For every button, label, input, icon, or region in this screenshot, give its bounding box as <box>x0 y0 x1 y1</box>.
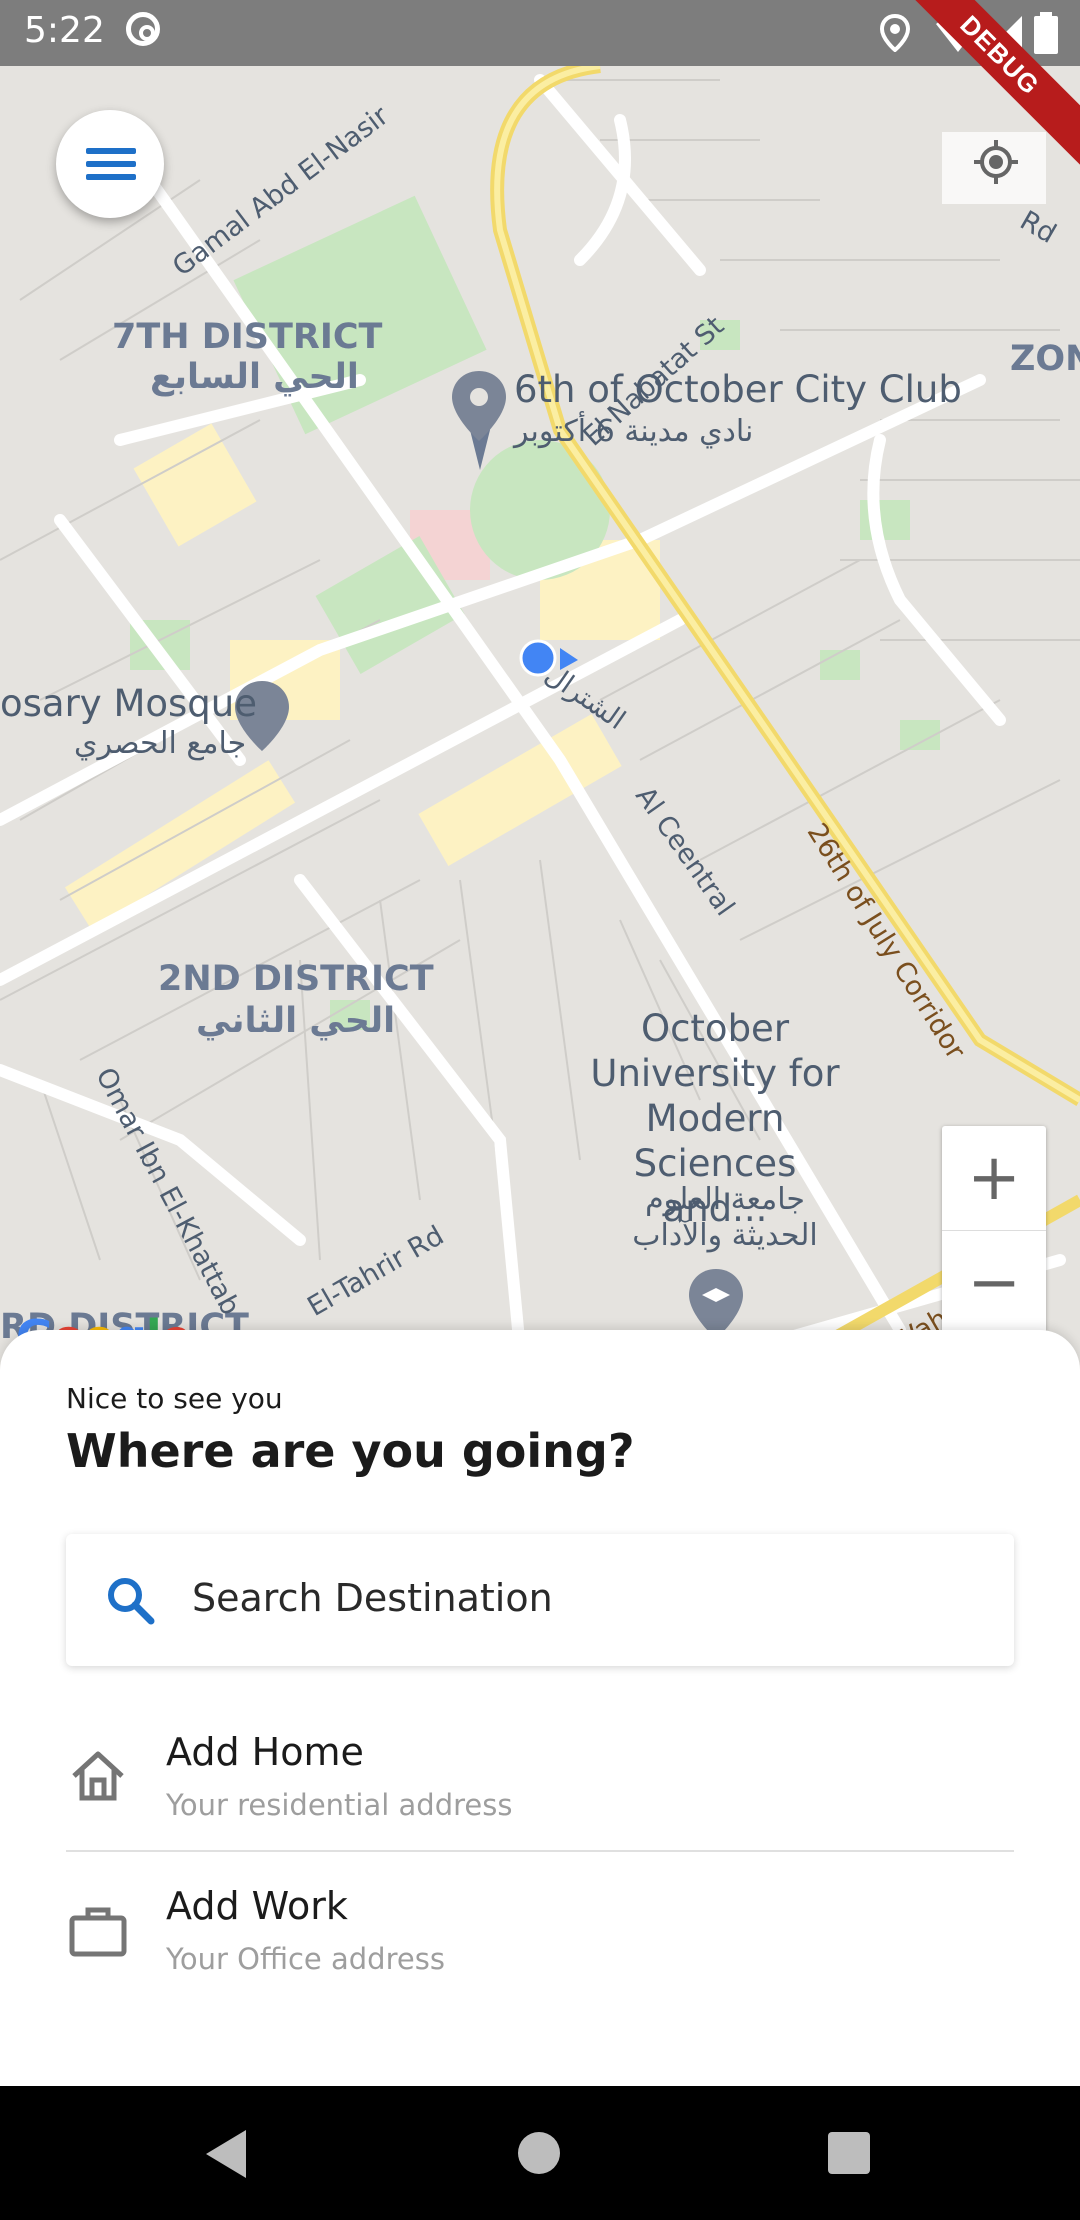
my-location-button[interactable] <box>942 132 1046 204</box>
zoom-controls: + − <box>942 1126 1046 1334</box>
search-destination-label: Search Destination <box>192 1576 553 1620</box>
navigation-bar <box>0 2086 1080 2220</box>
location-status-icon <box>880 14 910 52</box>
briefcase-icon <box>69 1907 127 1957</box>
poi-club-en[interactable]: 6th of October City Club <box>514 368 962 411</box>
status-time: 5:22 <box>24 10 105 51</box>
menu-button[interactable] <box>56 110 164 218</box>
add-home-item[interactable]: Add Home Your residential address <box>66 1700 1014 1854</box>
district-2nd-ar: الحي الثاني <box>196 1001 396 1041</box>
map-view[interactable]: 7TH DISTRICT الحي السابع ZON 2ND DISTRIC… <box>0 66 1080 1356</box>
poi-university-ar: جامعة العلوم الحديثة والآداب <box>632 1182 818 1253</box>
search-destination-field[interactable]: Search Destination <box>66 1534 1014 1666</box>
search-icon <box>108 1578 155 1625</box>
status-bar: 5:22 <box>0 0 1080 66</box>
zoom-in-button[interactable]: + <box>942 1126 1046 1231</box>
add-home-title: Add Home <box>166 1730 364 1774</box>
crosshair-icon <box>974 140 1018 184</box>
sheet-title: Where are you going? <box>66 1424 635 1478</box>
add-work-title: Add Work <box>166 1884 348 1928</box>
poi-mosque-ar: جامع الحصري <box>74 726 247 761</box>
district-7th-ar: الحي السابع <box>150 357 359 397</box>
district-zone-partial: ZON <box>1010 339 1080 379</box>
poi-mosque-en[interactable]: osary Mosque <box>0 682 257 725</box>
district-2nd-en: 2ND DISTRICT <box>158 959 434 999</box>
add-work-subtitle: Your Office address <box>166 1942 445 1976</box>
divider <box>66 1850 1014 1852</box>
add-home-subtitle: Your residential address <box>166 1788 513 1822</box>
add-work-item[interactable]: Add Work Your Office address <box>66 1854 1014 2008</box>
recent-apps-icon[interactable] <box>828 2132 870 2174</box>
back-icon[interactable] <box>206 2130 246 2178</box>
home-icon <box>72 1751 124 1801</box>
battery-icon <box>1034 12 1058 54</box>
home-nav-icon[interactable] <box>518 2132 560 2174</box>
zoom-out-button[interactable]: − <box>942 1231 1046 1335</box>
at-sign-icon <box>126 12 160 46</box>
bottom-sheet: Nice to see you Where are you going? Sea… <box>0 1330 1080 2086</box>
greeting-text: Nice to see you <box>66 1382 283 1415</box>
hamburger-icon <box>86 148 136 154</box>
district-7th-en: 7TH DISTRICT <box>112 317 383 357</box>
